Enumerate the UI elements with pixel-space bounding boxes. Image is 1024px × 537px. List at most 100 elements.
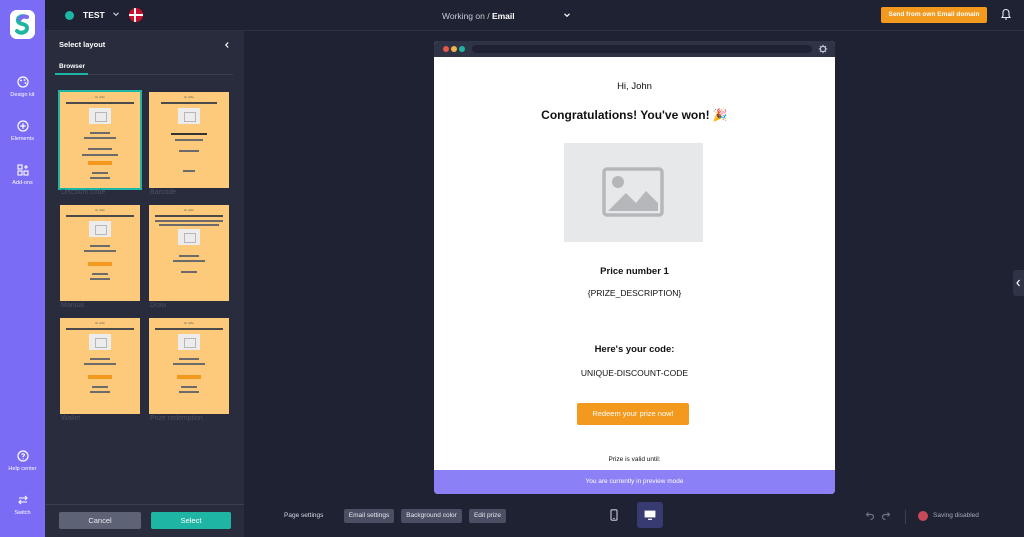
rail-help-center[interactable]: Help center: [0, 450, 45, 472]
panel-title: Select layout: [59, 40, 106, 49]
email-preview-window: Hi, John Congratulations! You've won! 🎉 …: [434, 41, 835, 494]
chevron-down-icon[interactable]: [562, 10, 572, 20]
saving-status: Saving disabled: [933, 512, 979, 519]
layout-card-label: Discount code: [61, 189, 106, 196]
denmark-flag-icon[interactable]: [129, 8, 143, 22]
thumb-text-line: [92, 386, 108, 388]
thumb-text-line: [181, 386, 197, 388]
thumb-text-line: [92, 273, 108, 275]
email-greeting[interactable]: Hi, John: [434, 81, 835, 92]
email-prize-description[interactable]: {PRIZE_DESCRIPTION}: [434, 288, 835, 298]
layout-card-label: Barcode: [150, 189, 177, 196]
layout-card-draw[interactable]: Hi, John: [149, 205, 229, 301]
thumb-text-line: [173, 363, 205, 365]
bottom-toolbar: Page settings Email settings Background …: [245, 500, 1024, 537]
window-dot-red: [443, 46, 449, 52]
browser-address-bar: [472, 45, 812, 53]
left-rail: Design kit Elements Add-ons Help center …: [0, 0, 45, 537]
bell-icon[interactable]: [1000, 8, 1012, 21]
email-image-placeholder[interactable]: [564, 143, 703, 242]
thumb-text-line: [90, 391, 110, 393]
select-layout-panel: Select layout Browser Hi, John Discount …: [45, 31, 244, 537]
thumb-image-placeholder: [89, 334, 111, 350]
plus-circle-icon: [16, 120, 29, 132]
working-on-value: Email: [491, 11, 515, 21]
layout-card-wallet[interactable]: Hi, John: [60, 318, 140, 414]
chevron-down-icon[interactable]: [111, 9, 121, 19]
chevron-left-icon[interactable]: [222, 40, 232, 50]
browser-bar: [434, 41, 835, 57]
thumb-prize-title: [171, 133, 207, 135]
thumb-text-line: [88, 148, 112, 150]
app-logo[interactable]: [10, 10, 35, 39]
redeem-prize-button[interactable]: Redeem your prize now!: [577, 403, 689, 425]
undo-icon[interactable]: [864, 511, 875, 521]
email-discount-code[interactable]: UNIQUE-DISCOUNT-CODE: [434, 368, 835, 378]
top-bar: TEST Working on / Email Send from own Em…: [45, 0, 1024, 31]
layout-card-label: Manual: [61, 302, 84, 309]
layout-card-manual[interactable]: Hi, John: [60, 205, 140, 301]
thumb-text-line: [159, 224, 219, 226]
layout-card-label: Draw: [150, 302, 167, 309]
rail-add-ons[interactable]: Add-ons: [0, 164, 45, 186]
cancel-button[interactable]: Cancel: [59, 512, 141, 529]
working-on-label[interactable]: Working on / Email: [442, 11, 515, 21]
right-panel-toggle[interactable]: [1013, 270, 1024, 296]
working-prefix: Working on /: [442, 11, 490, 21]
thumb-text-line: [84, 363, 116, 365]
thumb-text-line: [90, 177, 110, 179]
rail-label: Design kit: [10, 92, 35, 98]
rail-label: Add-ons: [12, 180, 33, 186]
thumb-image-placeholder: [89, 108, 111, 124]
thumb-button: [88, 161, 112, 165]
thumb-text-line: [155, 220, 223, 222]
preview-mode-banner: You are currently in preview mode: [434, 470, 835, 494]
desktop-icon: [644, 510, 656, 520]
email-valid-until[interactable]: Prize is valid until:: [434, 456, 835, 463]
mobile-view-icon[interactable]: [610, 509, 618, 521]
send-from-own-domain-button[interactable]: Send from own Email domain: [881, 7, 987, 23]
select-button[interactable]: Select: [151, 512, 231, 529]
background-color-button[interactable]: Background color: [401, 509, 462, 523]
redo-icon[interactable]: [881, 511, 892, 521]
image-icon: [602, 167, 664, 217]
thumb-image-placeholder: [178, 334, 200, 350]
thumb-text-line: [90, 278, 110, 280]
thumb-text-line: [90, 245, 110, 247]
rail-design-kit[interactable]: Design kit: [0, 76, 45, 98]
layout-card-discount-code[interactable]: Hi, John: [58, 90, 142, 190]
rail-elements[interactable]: Elements: [0, 120, 45, 142]
thumb-text-line: [179, 391, 199, 393]
layout-card-prize-redemption[interactable]: Hi, John: [149, 318, 229, 414]
thumb-text-line: [84, 250, 116, 252]
thumb-text-line: [90, 132, 110, 134]
gear-icon[interactable]: [818, 44, 828, 54]
desktop-view-button[interactable]: [637, 502, 663, 528]
thumb-headline: [161, 102, 217, 104]
thumb-text-line: [183, 170, 195, 172]
layout-card-label: Prize redemption: [150, 415, 203, 422]
thumb-image-placeholder: [89, 221, 111, 237]
layout-card-barcode[interactable]: Hi, John: [149, 92, 229, 188]
thumb-headline: [66, 215, 134, 217]
tab-browser[interactable]: Browser: [59, 63, 85, 70]
thumb-greeting: Hi, John: [184, 96, 194, 99]
thumb-greeting: Hi, John: [95, 322, 105, 325]
thumb-text-line: [179, 358, 199, 360]
thumb-text-line: [175, 139, 203, 141]
email-prize-title[interactable]: Price number 1: [434, 266, 835, 277]
email-headline[interactable]: Congratulations! You've won! 🎉: [434, 108, 835, 122]
email-settings-button[interactable]: Email settings: [344, 509, 394, 523]
rail-switch[interactable]: Switch: [0, 494, 45, 516]
rail-label: Help center: [8, 466, 37, 472]
saving-disabled-icon: [918, 511, 928, 521]
thumb-greeting: Hi, John: [184, 209, 194, 212]
thumb-image-placeholder: [178, 108, 200, 124]
thumb-image-placeholder: [178, 229, 200, 245]
window-dot-yellow: [451, 46, 457, 52]
environment-name[interactable]: TEST: [83, 10, 105, 20]
thumb-text-line: [179, 150, 199, 152]
email-code-title[interactable]: Here's your code:: [434, 344, 835, 355]
thumb-headline: [155, 328, 223, 330]
edit-prize-button[interactable]: Edit prize: [469, 509, 506, 523]
